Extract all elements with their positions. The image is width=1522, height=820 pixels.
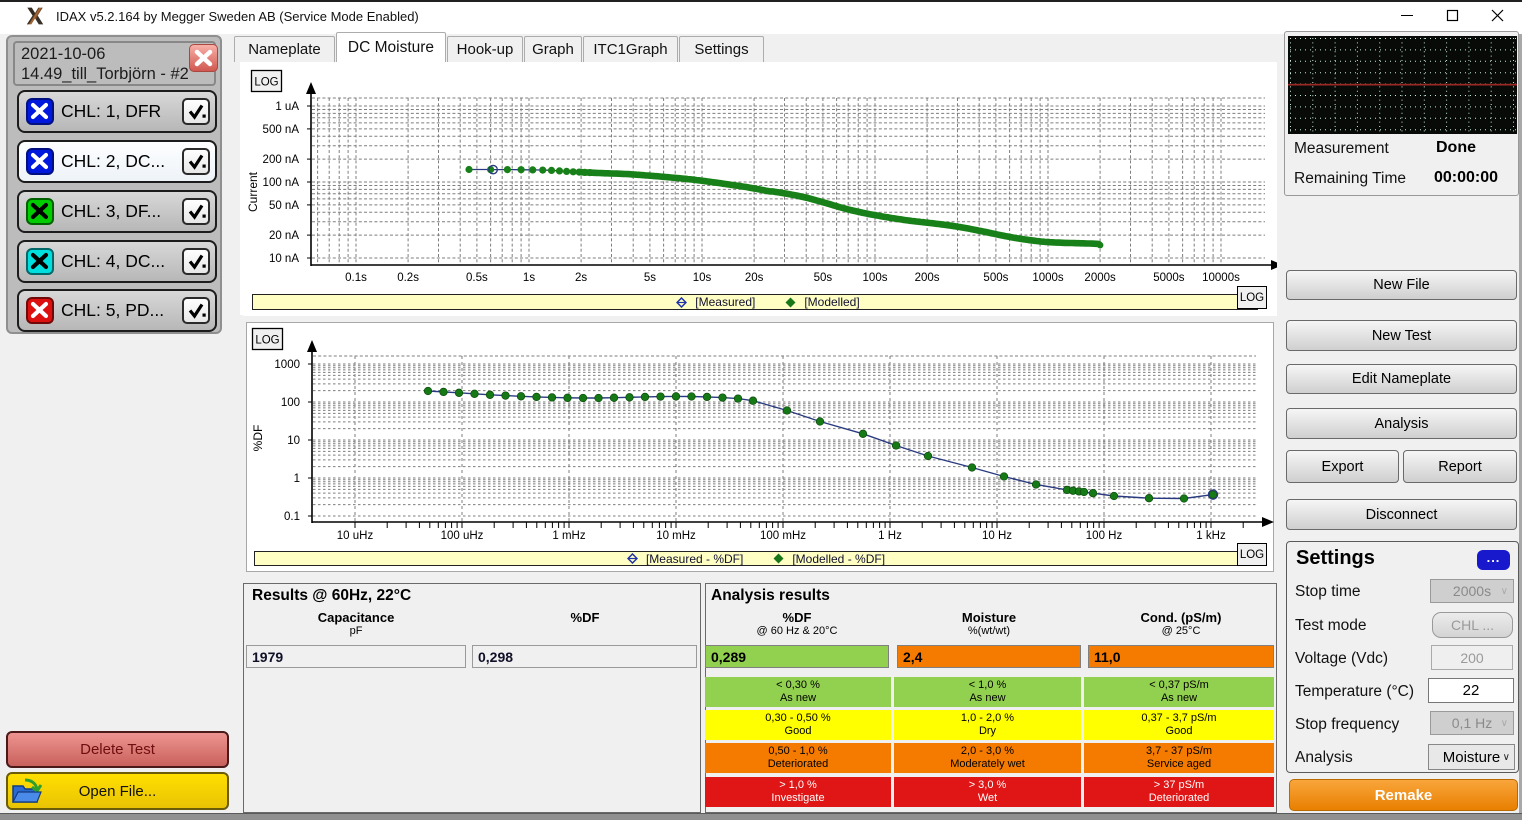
svg-text:5s: 5s — [644, 272, 656, 284]
svg-text:5000s: 5000s — [1153, 272, 1185, 284]
svg-text:0.1s: 0.1s — [345, 272, 367, 284]
svg-text:500s: 500s — [983, 272, 1008, 284]
svg-text:1000: 1000 — [274, 359, 300, 371]
svg-text:10 Hz: 10 Hz — [982, 530, 1012, 542]
svg-text:500 nA: 500 nA — [263, 124, 300, 136]
svg-text:100 mHz: 100 mHz — [760, 530, 806, 542]
svg-text:LOG: LOG — [255, 335, 279, 347]
svg-text:20 nA: 20 nA — [269, 230, 299, 242]
svg-text:0.2s: 0.2s — [397, 272, 419, 284]
svg-text:X: X — [27, 5, 43, 29]
svg-text:1 mHz: 1 mHz — [552, 530, 585, 542]
svg-text:200 nA: 200 nA — [263, 154, 300, 166]
svg-text:10000s: 10000s — [1202, 272, 1240, 284]
svg-text:100: 100 — [281, 397, 300, 409]
svg-text:2s: 2s — [575, 272, 587, 284]
svg-text:100s: 100s — [863, 272, 888, 284]
svg-text:10s: 10s — [693, 272, 712, 284]
svg-text:1000s: 1000s — [1032, 272, 1064, 284]
svg-text:50s: 50s — [814, 272, 833, 284]
svg-text:1s: 1s — [523, 272, 535, 284]
svg-text:Current: Current — [246, 171, 260, 212]
svg-text:0.5s: 0.5s — [466, 272, 488, 284]
svg-text:100 Hz: 100 Hz — [1086, 530, 1123, 542]
svg-text:1 kHz: 1 kHz — [1196, 530, 1226, 542]
svg-text:10 uHz: 10 uHz — [337, 530, 374, 542]
svg-text:50 nA: 50 nA — [269, 200, 299, 212]
svg-text:2000s: 2000s — [1084, 272, 1116, 284]
svg-text:1 uA: 1 uA — [275, 101, 299, 113]
svg-text:100 uHz: 100 uHz — [441, 530, 484, 542]
svg-text:0.1: 0.1 — [284, 511, 300, 523]
svg-text:%DF: %DF — [251, 425, 265, 452]
svg-text:100 nA: 100 nA — [263, 177, 300, 189]
svg-text:1: 1 — [294, 473, 300, 485]
svg-text:10 nA: 10 nA — [269, 253, 299, 265]
svg-text:LOG: LOG — [254, 77, 278, 89]
svg-text:10 mHz: 10 mHz — [656, 530, 696, 542]
svg-text:1 Hz: 1 Hz — [878, 530, 902, 542]
svg-text:10: 10 — [287, 435, 300, 447]
svg-text:200s: 200s — [915, 272, 940, 284]
svg-text:20s: 20s — [745, 272, 764, 284]
